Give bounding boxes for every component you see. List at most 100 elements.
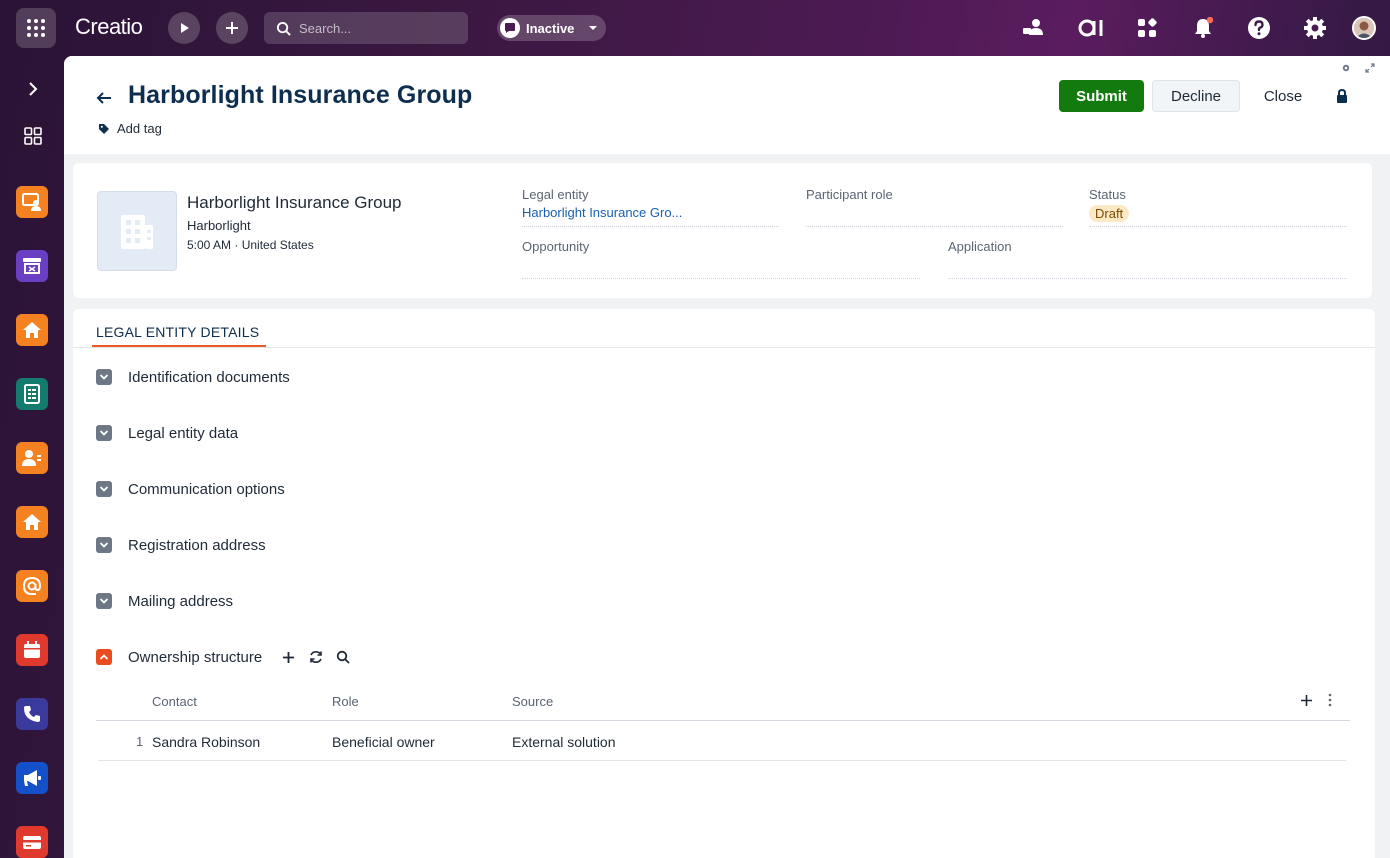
home-app-icon-2[interactable] bbox=[16, 506, 48, 538]
search-input[interactable] bbox=[299, 20, 449, 36]
profile-card: Harborlight Insurance Group Harborlight … bbox=[73, 163, 1372, 298]
contact-app-icon[interactable] bbox=[16, 442, 48, 474]
bell-icon[interactable] bbox=[1189, 14, 1217, 42]
chevron-down-icon[interactable] bbox=[96, 425, 112, 441]
card-app-icon[interactable] bbox=[16, 826, 48, 858]
status-field[interactable]: Status Draft bbox=[1089, 187, 1347, 227]
search-icon bbox=[276, 21, 291, 36]
chevron-down-icon[interactable] bbox=[96, 481, 112, 497]
group-registration-address[interactable]: Registration address bbox=[96, 535, 266, 555]
table-row-divider bbox=[98, 760, 1346, 761]
legal-entity-link[interactable]: Harborlight Insurance Gro... bbox=[522, 205, 779, 223]
field-label: Legal entity bbox=[522, 187, 589, 202]
tab-legal-entity-details[interactable]: LEGAL ENTITY DETAILS bbox=[92, 315, 263, 349]
field-label: Status bbox=[1089, 187, 1126, 202]
submit-button[interactable]: Submit bbox=[1059, 80, 1144, 112]
group-title: Communication options bbox=[128, 480, 285, 498]
add-record-icon[interactable] bbox=[280, 649, 297, 666]
group-mailing-address[interactable]: Mailing address bbox=[96, 591, 233, 611]
page-title: Harborlight Insurance Group bbox=[128, 81, 473, 109]
account-short-name: Harborlight bbox=[187, 218, 251, 233]
play-icon bbox=[181, 23, 189, 33]
search-icon[interactable] bbox=[334, 649, 351, 666]
tab-divider bbox=[73, 347, 1375, 348]
calendar-app-icon[interactable] bbox=[16, 634, 48, 666]
field-label: Opportunity bbox=[522, 239, 590, 254]
top-bar: Creatio Inactive bbox=[0, 0, 1390, 56]
caret-down-icon bbox=[589, 26, 598, 30]
group-communication-options[interactable]: Communication options bbox=[96, 479, 285, 499]
user-avatar[interactable] bbox=[1352, 16, 1376, 40]
home-app-icon[interactable] bbox=[16, 314, 48, 346]
settings-icon[interactable] bbox=[1301, 14, 1329, 42]
user-status-dropdown[interactable]: Inactive bbox=[497, 15, 606, 41]
grid-header-divider bbox=[96, 720, 1350, 721]
chevron-down-icon[interactable] bbox=[96, 537, 112, 553]
tag-icon bbox=[99, 123, 109, 134]
column-header-role[interactable]: Role bbox=[332, 694, 359, 709]
ai-icon[interactable] bbox=[1077, 14, 1107, 42]
decline-button[interactable]: Decline bbox=[1152, 80, 1240, 112]
chat-icon bbox=[500, 18, 520, 38]
dashboard-icon[interactable] bbox=[20, 123, 46, 149]
phone-app-icon[interactable] bbox=[16, 698, 48, 730]
help-icon[interactable] bbox=[1245, 14, 1273, 42]
source-cell: External solution bbox=[512, 734, 616, 750]
expand-corner-icon[interactable] bbox=[1364, 62, 1376, 74]
row-number: 1 bbox=[136, 734, 144, 749]
group-title: Legal entity data bbox=[128, 424, 239, 442]
global-search[interactable] bbox=[264, 12, 468, 44]
more-options-icon[interactable] bbox=[1322, 692, 1338, 708]
add-tag-label: Add tag bbox=[117, 121, 162, 136]
back-arrow-icon[interactable] bbox=[92, 86, 116, 110]
create-button[interactable] bbox=[216, 12, 248, 44]
record-page: Harborlight Insurance Group Add tag Subm… bbox=[64, 56, 1390, 858]
chevron-down-icon[interactable] bbox=[96, 593, 112, 609]
legal-entity-field[interactable]: Legal entity Harborlight Insurance Gro..… bbox=[522, 187, 779, 227]
campaign-app-icon[interactable] bbox=[16, 762, 48, 794]
field-label: Application bbox=[948, 239, 1012, 254]
close-button[interactable]: Close bbox=[1250, 80, 1316, 112]
status-badge: Draft bbox=[1089, 205, 1130, 222]
lead-app-icon[interactable] bbox=[16, 186, 48, 218]
chevron-up-icon[interactable] bbox=[96, 649, 112, 665]
details-section: LEGAL ENTITY DETAILS Identification docu… bbox=[73, 309, 1375, 858]
run-process-button[interactable] bbox=[168, 12, 200, 44]
field-label: Participant role bbox=[806, 187, 893, 202]
gear-small-icon[interactable] bbox=[1340, 62, 1352, 74]
email-app-icon[interactable] bbox=[16, 570, 48, 602]
opportunity-field[interactable]: Opportunity bbox=[522, 239, 920, 279]
column-header-source[interactable]: Source bbox=[512, 694, 553, 709]
account-name: Harborlight Insurance Group bbox=[187, 193, 402, 212]
store-app-icon[interactable] bbox=[16, 250, 48, 282]
group-title: Mailing address bbox=[128, 592, 234, 610]
status-label: Inactive bbox=[526, 20, 575, 36]
account-avatar[interactable] bbox=[97, 191, 177, 271]
apps-grid-icon[interactable] bbox=[16, 8, 56, 48]
field-value bbox=[522, 257, 920, 275]
field-value bbox=[806, 205, 1063, 223]
app-rail bbox=[0, 56, 64, 858]
role-cell: Beneficial owner bbox=[332, 734, 435, 750]
expand-icon[interactable] bbox=[20, 76, 46, 102]
page-header: Harborlight Insurance Group Add tag Subm… bbox=[64, 56, 1390, 154]
participant-role-field[interactable]: Participant role bbox=[806, 187, 1063, 227]
group-title: Ownership structure bbox=[128, 648, 263, 666]
refresh-icon[interactable] bbox=[307, 649, 324, 666]
application-field[interactable]: Application bbox=[948, 239, 1347, 279]
agent-icon[interactable] bbox=[1019, 14, 1047, 42]
lock-icon[interactable] bbox=[1334, 88, 1350, 104]
field-value bbox=[948, 257, 1347, 275]
form-app-icon[interactable] bbox=[16, 378, 48, 410]
chevron-down-icon[interactable] bbox=[96, 369, 112, 385]
group-identification-documents[interactable]: Identification documents bbox=[96, 367, 290, 387]
group-legal-entity-data[interactable]: Legal entity data bbox=[96, 423, 238, 443]
group-ownership-structure[interactable]: Ownership structure bbox=[96, 647, 351, 667]
app-hub-icon[interactable] bbox=[1133, 14, 1161, 42]
add-tag-link[interactable]: Add tag bbox=[98, 121, 162, 136]
grid-add-icon[interactable] bbox=[1298, 692, 1314, 708]
building-icon bbox=[121, 215, 153, 249]
group-title: Identification documents bbox=[128, 368, 290, 386]
column-header-contact[interactable]: Contact bbox=[152, 694, 197, 709]
contact-link[interactable]: Sandra Robinson bbox=[152, 734, 260, 750]
